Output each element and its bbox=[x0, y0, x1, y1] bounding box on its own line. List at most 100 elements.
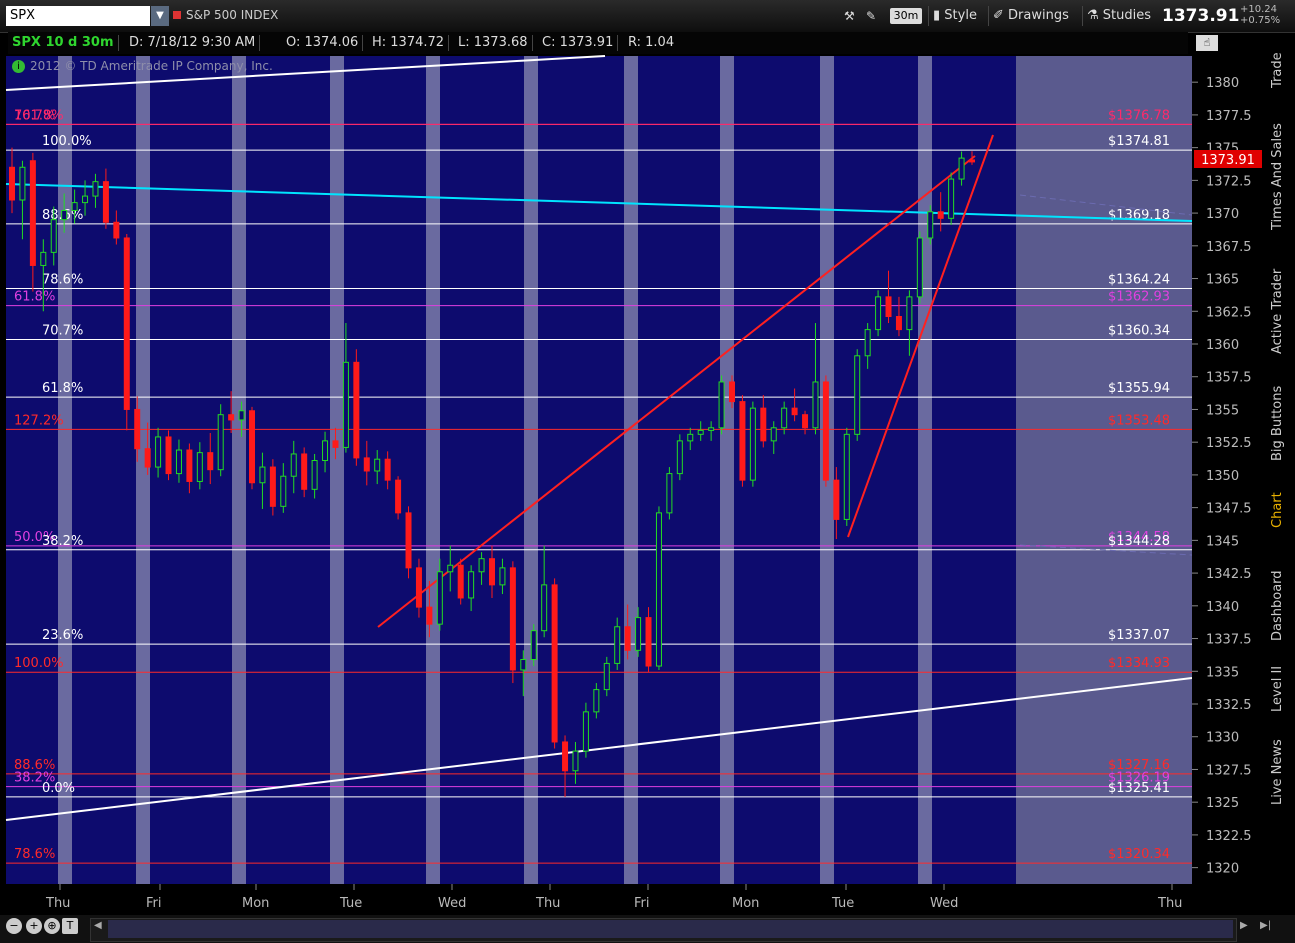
candle-body-17 bbox=[186, 449, 193, 482]
candle-body-49 bbox=[520, 658, 527, 671]
y-tick-label-12: 1350 bbox=[1206, 469, 1239, 484]
candle-body-20 bbox=[217, 414, 224, 471]
candle-body-25 bbox=[269, 466, 276, 507]
candle-body-30 bbox=[322, 440, 329, 462]
fib-price-12: $1334.93 bbox=[1108, 656, 1170, 671]
chart-background bbox=[6, 56, 1192, 884]
candle-body-19 bbox=[207, 452, 214, 471]
candle-body-51 bbox=[541, 584, 548, 632]
fib-label-15: 0.0% bbox=[42, 781, 75, 796]
candle-body-59 bbox=[624, 626, 631, 651]
y-tick-label-3: 1372.5 bbox=[1206, 174, 1252, 189]
candle-body-9 bbox=[102, 181, 109, 223]
y-tick-label-19: 1332.5 bbox=[1206, 698, 1252, 713]
candle-body-90 bbox=[948, 178, 955, 219]
candle-body-76 bbox=[802, 414, 809, 429]
candle-body-88 bbox=[927, 211, 934, 239]
candle-body-48 bbox=[509, 567, 516, 671]
candle-body-29 bbox=[311, 460, 318, 490]
price-chart[interactable]: 161.8%$1376.7870.7%100.0%$1374.8188.6%$1… bbox=[0, 0, 1295, 943]
x-tick-label-4: Wed bbox=[438, 896, 466, 911]
session-band-7 bbox=[720, 56, 734, 884]
zoom-in-icon[interactable]: + bbox=[26, 918, 42, 934]
candle-body-14 bbox=[155, 436, 162, 468]
tab-trade[interactable]: Trade bbox=[1270, 40, 1294, 100]
candle-body-87 bbox=[916, 237, 923, 298]
candle-body-28 bbox=[301, 453, 308, 490]
candle-body-45 bbox=[478, 558, 485, 573]
x-tick-label-5: Thu bbox=[535, 896, 560, 911]
y-tick-label-1: 1377.5 bbox=[1206, 109, 1252, 124]
candle-body-21 bbox=[228, 414, 235, 421]
y-tick-label-9: 1357.5 bbox=[1206, 371, 1252, 386]
y-tick-label-10: 1355 bbox=[1206, 403, 1239, 418]
candle-body-91 bbox=[958, 157, 965, 180]
candle-body-10 bbox=[113, 221, 120, 239]
x-tick-label-3: Tue bbox=[339, 896, 362, 911]
zoom-fit-icon[interactable]: ⊕ bbox=[44, 918, 60, 934]
info-icon[interactable]: i bbox=[12, 60, 25, 73]
zoom-out-icon[interactable]: − bbox=[6, 918, 22, 934]
session-band-2 bbox=[232, 56, 246, 884]
candle-body-75 bbox=[791, 407, 798, 416]
tab-big-buttons[interactable]: Big Buttons bbox=[1270, 378, 1294, 468]
candle-body-46 bbox=[489, 558, 495, 586]
candle-body-11 bbox=[123, 237, 130, 410]
candle-body-63 bbox=[666, 473, 673, 514]
y-tick-label-24: 1320 bbox=[1206, 862, 1239, 877]
tab-level-ii[interactable]: Level II bbox=[1270, 660, 1294, 718]
candle-body-34 bbox=[363, 457, 370, 472]
scroll-left-icon[interactable]: ◀ bbox=[94, 920, 102, 931]
tab-active-trader[interactable]: Active Trader bbox=[1270, 256, 1294, 366]
scrollbar-thumb[interactable] bbox=[108, 920, 1233, 938]
candle-body-62 bbox=[655, 512, 662, 667]
y-tick-label-11: 1352.5 bbox=[1206, 436, 1252, 451]
y-tick-label-4: 1370 bbox=[1206, 207, 1239, 222]
candle-body-26 bbox=[280, 475, 287, 507]
tab-times-and-sales[interactable]: Times And Sales bbox=[1270, 112, 1294, 242]
candle-body-37 bbox=[395, 479, 402, 514]
fib-price-4: $1364.24 bbox=[1108, 272, 1170, 287]
candle-body-89 bbox=[937, 211, 944, 219]
candle-body-73 bbox=[770, 427, 777, 442]
candle-body-22 bbox=[238, 410, 245, 421]
y-tick-label-14: 1345 bbox=[1206, 534, 1239, 549]
candle-body-67 bbox=[708, 427, 715, 431]
candle-body-39 bbox=[415, 567, 422, 608]
candle-body-35 bbox=[374, 458, 381, 472]
tab-dashboard[interactable]: Dashboard bbox=[1270, 556, 1294, 656]
crosshair-icon[interactable]: T bbox=[62, 918, 78, 934]
candle-body-78 bbox=[822, 381, 829, 481]
session-band-9 bbox=[918, 56, 932, 884]
candle-body-33 bbox=[353, 361, 360, 459]
scroll-end-icon[interactable]: ▶| bbox=[1260, 920, 1271, 931]
y-tick-label-18: 1335 bbox=[1206, 665, 1239, 680]
fib-price-5: $1362.93 bbox=[1108, 290, 1170, 305]
candle-body-8 bbox=[92, 181, 99, 197]
fib-label-8: 127.2% bbox=[14, 413, 64, 428]
candle-body-54 bbox=[572, 750, 579, 772]
fib-label-11: 23.6% bbox=[42, 628, 83, 643]
x-tick-label-1: Fri bbox=[146, 896, 162, 911]
fib-label-6: 70.7% bbox=[42, 324, 83, 339]
candle-body-23 bbox=[249, 410, 255, 484]
candle-body-64 bbox=[676, 440, 683, 475]
tab-chart[interactable]: Chart bbox=[1270, 480, 1294, 540]
session-band-5 bbox=[524, 56, 538, 884]
candle-body-5 bbox=[61, 209, 68, 221]
fib-price-7: $1355.94 bbox=[1108, 381, 1170, 396]
price-tag-text: 1373.91 bbox=[1201, 153, 1255, 168]
candle-body-52 bbox=[551, 584, 558, 743]
fib-price-2: $1374.81 bbox=[1108, 134, 1170, 149]
scroll-right-icon[interactable]: ▶ bbox=[1240, 920, 1248, 931]
candle-body-77 bbox=[812, 381, 819, 429]
candle-body-92 bbox=[969, 159, 975, 163]
candle-body-24 bbox=[259, 466, 266, 484]
session-band-0 bbox=[58, 56, 72, 884]
candle-body-70 bbox=[739, 401, 746, 481]
fib-price-10: $1344.28 bbox=[1108, 534, 1170, 549]
y-tick-label-20: 1330 bbox=[1206, 731, 1239, 746]
tab-live-news[interactable]: Live News bbox=[1270, 728, 1294, 816]
candle-body-79 bbox=[833, 479, 840, 520]
fib-label-12: 100.0% bbox=[14, 656, 64, 671]
